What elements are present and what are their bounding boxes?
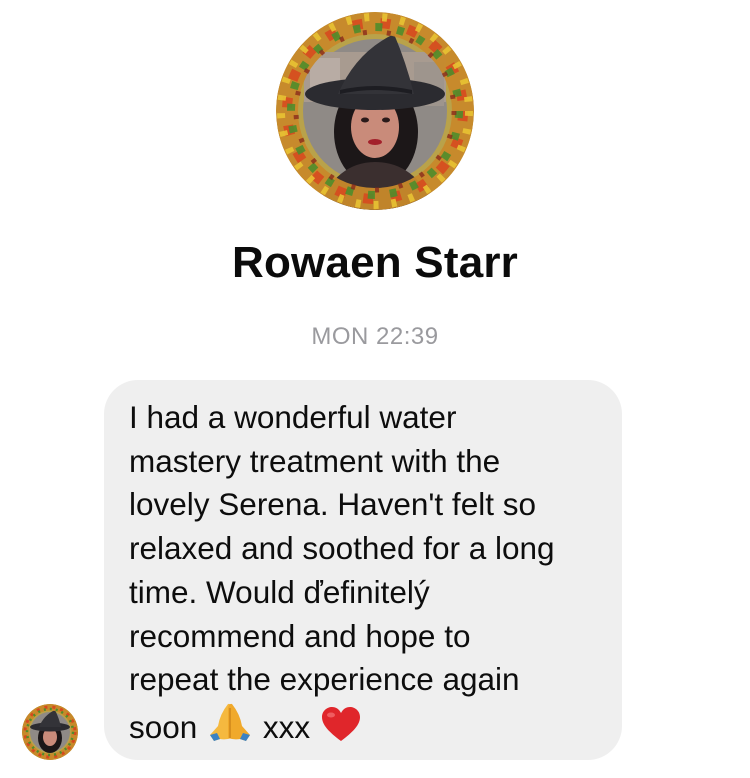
message-bubble[interactable]: I had a wonderful water mastery treatmen… (104, 380, 622, 760)
contact-name: Rowaen Starr (231, 238, 519, 287)
message-row: I had a wonderful water mastery treatmen… (0, 380, 750, 770)
message-suffix: xxx (262, 708, 311, 745)
profile-photo (276, 12, 474, 210)
message-timestamp: MON 22:39 (311, 323, 439, 350)
sender-photo (22, 704, 78, 760)
folded-hands-icon (208, 702, 252, 742)
message-body: I had a wonderful water mastery treatmen… (129, 399, 555, 745)
sender-avatar[interactable] (22, 704, 78, 760)
red-heart-icon (321, 706, 361, 742)
profile-avatar[interactable] (276, 12, 474, 210)
message-text: I had a wonderful water mastery treatmen… (129, 396, 598, 750)
